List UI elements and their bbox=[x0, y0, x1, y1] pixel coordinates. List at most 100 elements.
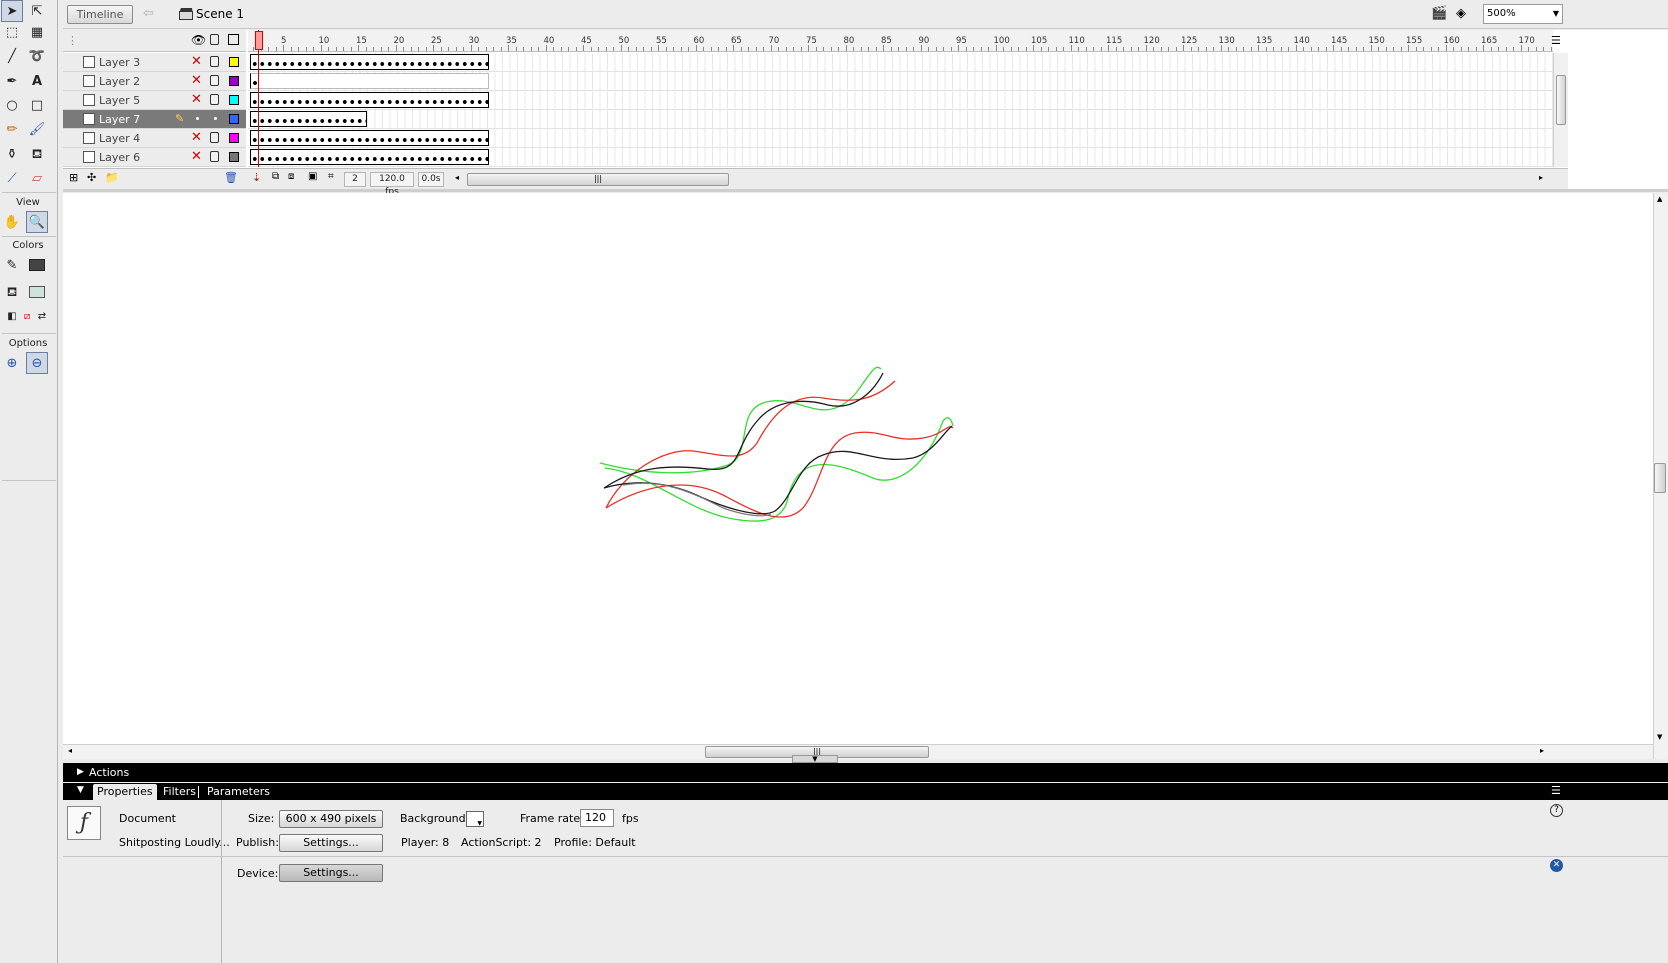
stage-horizontal-scrollbar[interactable]: ◂ ||| ▸ bbox=[63, 744, 1653, 759]
layer-outline-color[interactable] bbox=[229, 114, 239, 124]
gradient-transform-tool-icon[interactable]: ▦ bbox=[26, 21, 48, 43]
scroll-down-icon[interactable]: ▼ bbox=[1657, 733, 1662, 741]
tab-parameters[interactable]: Parameters bbox=[203, 784, 274, 800]
ink-bottle-tool-icon[interactable]: ⚱ bbox=[1, 143, 23, 165]
pencil-tool-icon[interactable]: ✏ bbox=[1, 118, 23, 140]
free-transform-tool-icon[interactable]: ⬚ bbox=[1, 21, 23, 43]
layer-outline-color[interactable] bbox=[229, 152, 239, 162]
edit-scene-icon[interactable]: 🎬 bbox=[1431, 6, 1447, 21]
edit-symbols-icon[interactable]: ◈ bbox=[1456, 6, 1466, 21]
selection-tool-icon[interactable]: ➤ bbox=[1, 0, 23, 22]
layer-name[interactable]: Layer 6 bbox=[99, 151, 140, 164]
timeline-vertical-scrollbar[interactable] bbox=[1553, 53, 1568, 167]
pen-tool-icon[interactable]: ✒ bbox=[1, 70, 23, 92]
hidden-layer-icon[interactable]: ✕ bbox=[191, 92, 202, 107]
frame-row[interactable] bbox=[248, 53, 1553, 72]
layer-outline-color[interactable] bbox=[229, 133, 239, 143]
zoom-in-icon[interactable]: ⊕ bbox=[1, 352, 23, 374]
layer-row[interactable]: Layer 5 ✕ bbox=[63, 91, 246, 110]
back-arrow-icon[interactable]: ⇦ bbox=[143, 6, 154, 21]
panel-collapse-handle[interactable]: ▼ bbox=[792, 755, 838, 763]
brush-tool-icon[interactable]: 🖌 bbox=[26, 118, 48, 140]
insert-folder-icon[interactable]: 📁 bbox=[105, 171, 119, 184]
timeline-horizontal-scroll-thumb[interactable]: ||| bbox=[467, 173, 729, 186]
panel-grip-icon[interactable]: ⋮ bbox=[67, 34, 78, 47]
layer-name[interactable]: Layer 3 bbox=[99, 56, 140, 69]
eraser-tool-icon[interactable]: ▱ bbox=[26, 167, 48, 189]
rectangle-tool-icon[interactable]: □ bbox=[26, 94, 48, 116]
center-frame-icon[interactable]: ⇣ bbox=[252, 171, 261, 184]
size-button[interactable]: 600 x 490 pixels bbox=[279, 810, 383, 828]
scroll-right-icon[interactable]: ▸ bbox=[1540, 746, 1544, 755]
lock-icon[interactable] bbox=[210, 94, 219, 105]
frame-span[interactable] bbox=[250, 54, 489, 70]
insert-layer-icon[interactable]: ⊞ bbox=[69, 171, 78, 184]
stage-drawing[interactable] bbox=[63, 193, 1653, 744]
layer-row[interactable]: Layer 4 ✕ bbox=[63, 129, 246, 148]
stage-vertical-scroll-thumb[interactable] bbox=[1654, 463, 1666, 493]
frame-span[interactable] bbox=[250, 130, 489, 146]
hidden-layer-icon[interactable]: ✕ bbox=[191, 149, 202, 164]
layer-name[interactable]: Layer 5 bbox=[99, 94, 140, 107]
eyedropper-tool-icon[interactable]: ⟋ bbox=[1, 167, 23, 189]
frame-row[interactable] bbox=[248, 148, 1553, 167]
lock-icon[interactable] bbox=[210, 75, 219, 86]
frame-span[interactable] bbox=[250, 111, 367, 127]
stroke-color-swatch[interactable] bbox=[26, 254, 48, 276]
modify-markers-icon[interactable]: ⌗ bbox=[328, 171, 334, 182]
close-icon[interactable]: ✕ bbox=[1550, 859, 1563, 872]
add-motion-guide-icon[interactable]: ✣ bbox=[87, 171, 96, 184]
layer-outline-color[interactable] bbox=[229, 57, 239, 67]
scroll-right-icon[interactable]: ▸ bbox=[1539, 173, 1543, 182]
frame-rate-input[interactable]: 120 bbox=[580, 809, 614, 827]
lock-icon[interactable] bbox=[210, 151, 219, 162]
hidden-layer-icon[interactable]: ✕ bbox=[191, 54, 202, 69]
frame-span[interactable] bbox=[250, 73, 489, 89]
edit-multiple-frames-icon[interactable]: ▣ bbox=[308, 171, 317, 182]
layer-row[interactable]: Layer 7 ✎ bbox=[63, 110, 246, 129]
outline-all-icon[interactable] bbox=[228, 34, 239, 45]
hidden-layer-icon[interactable]: ✕ bbox=[191, 130, 202, 145]
visibility-dot[interactable] bbox=[196, 117, 199, 120]
onion-outlines-icon[interactable]: ⧈ bbox=[288, 171, 294, 182]
stroke-color-icon[interactable]: ✎ bbox=[1, 254, 23, 276]
playhead[interactable] bbox=[255, 31, 263, 50]
timeline-toggle-button[interactable]: Timeline bbox=[67, 5, 133, 24]
frame-ruler[interactable]: 5 10 15 20 25 30 35 40 45 50 55 60 65 70 75 80 85 90 95 100… bbox=[248, 30, 1553, 52]
zoom-out-icon[interactable]: ⊖ bbox=[26, 352, 48, 374]
lock-icon[interactable] bbox=[210, 132, 219, 143]
help-icon[interactable]: ? bbox=[1550, 804, 1563, 817]
lock-dot[interactable] bbox=[214, 117, 217, 120]
scroll-left-icon[interactable]: ◂ bbox=[68, 746, 72, 755]
stage[interactable]: ▲ ▼ ◂ ||| ▸ bbox=[63, 193, 1668, 759]
onion-skin-icon[interactable]: ⧉ bbox=[272, 171, 279, 182]
frame-span[interactable] bbox=[250, 149, 489, 165]
text-tool-icon[interactable]: A bbox=[26, 70, 48, 92]
layer-name[interactable]: Layer 2 bbox=[99, 75, 140, 88]
hand-tool-icon[interactable]: ✋ bbox=[1, 211, 23, 233]
tab-filters[interactable]: Filters bbox=[159, 784, 200, 800]
line-tool-icon[interactable]: ╱ bbox=[1, 45, 23, 67]
show-hide-all-icon[interactable]: 👁 bbox=[191, 33, 206, 47]
publish-settings-button[interactable]: Settings... bbox=[279, 834, 383, 852]
fill-color-swatch[interactable] bbox=[26, 281, 48, 303]
layer-name[interactable]: Layer 7 bbox=[99, 113, 140, 126]
lock-all-icon[interactable] bbox=[210, 34, 219, 45]
zoom-select[interactable]: 500% ▼ bbox=[1483, 4, 1563, 24]
layer-row[interactable]: Layer 2 ✕ bbox=[63, 72, 246, 91]
delete-layer-icon[interactable]: 🗑 bbox=[224, 171, 238, 184]
layer-outline-color[interactable] bbox=[229, 95, 239, 105]
frame-row[interactable] bbox=[248, 91, 1553, 110]
lasso-tool-icon[interactable]: ➰ bbox=[26, 45, 48, 67]
layer-row[interactable]: Layer 3 ✕ bbox=[63, 53, 246, 72]
zoom-tool-icon[interactable]: 🔍 bbox=[26, 211, 48, 233]
frame-grid[interactable] bbox=[248, 53, 1553, 167]
layer-outline-color[interactable] bbox=[229, 76, 239, 86]
timeline-menu-icon[interactable]: ☰ bbox=[1551, 34, 1561, 47]
hidden-layer-icon[interactable]: ✕ bbox=[191, 73, 202, 88]
expand-arrow-icon[interactable]: ▶ bbox=[77, 763, 84, 782]
frame-rate-readout[interactable]: 120.0 fps bbox=[370, 172, 414, 197]
background-color-swatch[interactable]: ▼ bbox=[466, 811, 484, 827]
panel-menu-icon[interactable]: ☰ bbox=[1551, 784, 1561, 797]
frame-row[interactable] bbox=[248, 72, 1553, 91]
